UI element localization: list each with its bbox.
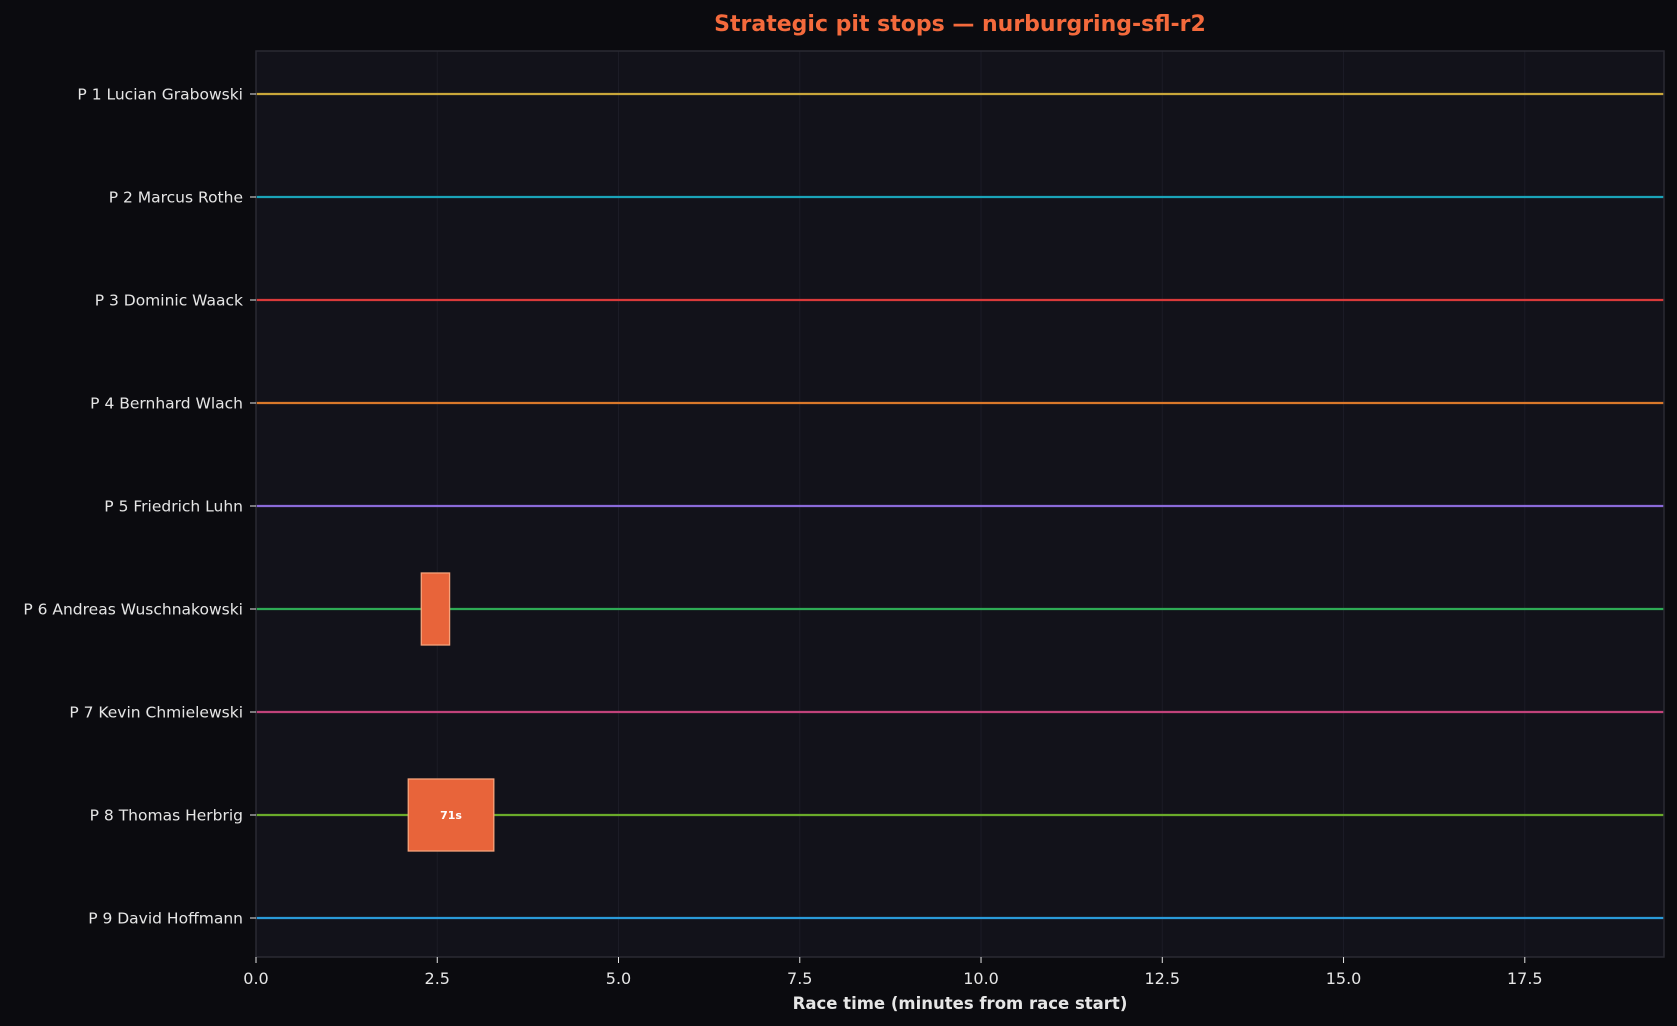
driver-label: P 7 Kevin Chmielewski — [69, 704, 243, 722]
x-axis-label: Race time (minutes from race start) — [793, 994, 1128, 1013]
driver-label: P 1 Lucian Grabowski — [77, 86, 243, 104]
x-tick-label: 12.5 — [1144, 969, 1180, 988]
driver-label: P 9 David Hoffmann — [88, 910, 243, 928]
driver-label: P 5 Friedrich Luhn — [104, 498, 243, 516]
pit-stop-chart: Strategic pit stops — nurburgring-sfl-r2… — [0, 0, 1677, 1026]
x-tick-label: 0.0 — [243, 969, 268, 988]
x-tick-label: 5.0 — [606, 969, 631, 988]
driver-label: P 2 Marcus Rothe — [109, 189, 243, 207]
x-tick-label: 15.0 — [1326, 969, 1362, 988]
pit-duration-label: 71s — [440, 809, 462, 822]
driver-label: P 6 Andreas Wuschnakowski — [23, 601, 243, 619]
driver-label: P 8 Thomas Herbrig — [90, 807, 243, 825]
pit-stop-bar — [420, 572, 451, 646]
x-tick-label: 17.5 — [1507, 969, 1543, 988]
x-tick-label: 2.5 — [425, 969, 450, 988]
chart-title: Strategic pit stops — nurburgring-sfl-r2 — [714, 12, 1206, 37]
x-tick-label: 7.5 — [787, 969, 812, 988]
driver-label: P 4 Bernhard Wlach — [90, 395, 243, 413]
driver-label: P 3 Dominic Waack — [95, 292, 243, 310]
x-tick-label: 10.0 — [963, 969, 999, 988]
